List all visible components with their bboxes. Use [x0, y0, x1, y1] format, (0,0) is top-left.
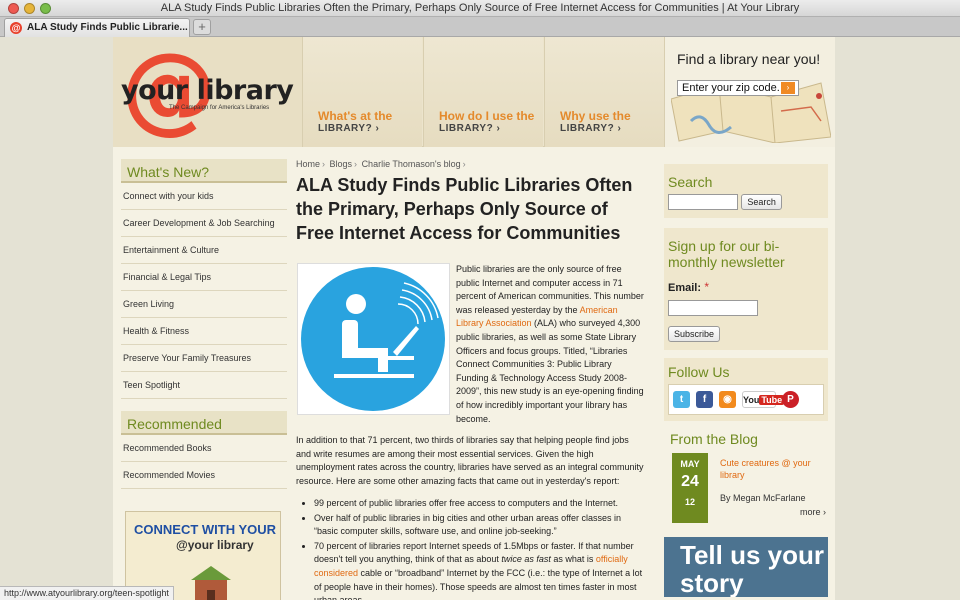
sidebar-item-career[interactable]: Career Development & Job Searching [121, 210, 287, 237]
site-header: @ your library The Campaign for America'… [113, 37, 835, 147]
nav-item-label: How do I use the [439, 109, 535, 123]
twitter-icon[interactable]: t [673, 391, 690, 408]
article-paragraph-2: In addition to that 71 percent, two thir… [296, 435, 644, 486]
pinterest-icon[interactable]: P [782, 391, 799, 408]
required-marker: * [704, 280, 710, 294]
nav-whats-at-library[interactable]: What's at the LIBRARY? › [302, 37, 422, 147]
article-title: ALA Study Finds Public Libraries Often t… [296, 175, 633, 243]
logo-tagline: The Campaign for America's Libraries [169, 105, 270, 111]
search-heading: Search [668, 174, 713, 190]
nav-item-sublabel: LIBRARY? › [439, 123, 501, 134]
breadcrumb-home[interactable]: Home [296, 159, 320, 169]
window-title: ALA Study Finds Public Libraries Often t… [160, 2, 800, 14]
nav-item-sublabel: LIBRARY? › [560, 123, 622, 134]
favicon-icon: @ [10, 22, 22, 34]
subscribe-button[interactable]: Subscribe [668, 326, 721, 342]
blog-day: 24 [681, 473, 699, 490]
list-item: 99 percent of public libraries offer fre… [314, 497, 646, 511]
list-item: 70 percent of libraries report Internet … [314, 540, 646, 600]
new-tab-button[interactable]: + [193, 19, 211, 35]
tab-bar: @ ALA Study Finds Public Librarie... + [0, 17, 960, 37]
blog-post: MAY 24 12 Cute creatures @ your library … [664, 453, 828, 523]
sidebar-item-movies[interactable]: Recommended Movies [121, 462, 287, 489]
article: Home › Blogs › Charlie Thomason's blog › AL… [296, 159, 646, 600]
finder-title: Find a library near you! [677, 51, 821, 67]
emphasis-text: twice as fast [501, 554, 551, 565]
nav-how-use-library[interactable]: How do I use the LIBRARY? › [423, 37, 543, 147]
follow-us-box: Follow Us t f ◉ You Tube P [664, 358, 828, 421]
breadcrumb: Home › Blogs › Charlie Thomason's blog › [296, 159, 466, 169]
newsletter-heading: Sign up for our bi-monthly newsletter [668, 238, 785, 270]
nav-item-label: Why use the [560, 109, 631, 123]
computer-user-icon [301, 267, 445, 411]
site-logo[interactable]: @ your library The Campaign for America'… [113, 37, 302, 147]
sidebar-item-books[interactable]: Recommended Books [121, 435, 287, 462]
library-house-icon [191, 566, 231, 600]
library-finder: Find a library near you! Enter your zip … [664, 37, 835, 147]
article-paragraph-1: Public libraries are the only source of … [456, 263, 644, 426]
whats-new-heading: What's New? [121, 159, 287, 183]
blog-post-link[interactable]: Cute creatures @ your library [720, 457, 824, 481]
youtube-word-tube: Tube [759, 395, 785, 405]
text-run: as what is [550, 554, 596, 565]
blog-heading: From the Blog [670, 431, 758, 447]
search-box: Search Search [664, 164, 828, 218]
zip-go-button[interactable]: › [781, 82, 795, 94]
sidebar-item-teen-spotlight[interactable]: Teen Spotlight [121, 372, 287, 399]
recommended-heading: Recommended [121, 411, 287, 435]
youtube-word-you: You [743, 395, 760, 405]
rss-icon[interactable]: ◉ [719, 391, 736, 408]
list-item: Over half of public libraries in big cit… [314, 512, 646, 539]
banner-subline: @your library [176, 538, 254, 552]
blog-date-badge: MAY 24 12 [672, 453, 708, 523]
blog-box: From the Blog MAY 24 12 Cute creatures @… [664, 431, 828, 523]
nav-item-label: What's at the [318, 109, 393, 123]
blog-more-link[interactable]: more › [800, 507, 826, 517]
sidebar-item-connect-kids[interactable]: Connect with your kids [121, 183, 287, 210]
window-titlebar: ALA Study Finds Public Libraries Often t… [0, 0, 960, 17]
nav-why-use-library[interactable]: Why use the LIBRARY? › [544, 37, 664, 147]
status-bar-url: http://www.atyourlibrary.org/teen-spotli… [0, 586, 174, 600]
article-image [297, 263, 450, 415]
banner-headline: CONNECT WITH YOUR KIDS [134, 522, 280, 537]
tell-your-story-banner[interactable]: Tell us your story [664, 537, 828, 597]
email-label: Email: [668, 282, 702, 294]
blog-month: MAY [680, 459, 700, 469]
social-links: t f ◉ You Tube P [668, 384, 824, 415]
newsletter-box: Sign up for our bi-monthly newsletter Em… [664, 228, 828, 350]
browser-tab[interactable]: @ ALA Study Finds Public Librarie... [4, 18, 190, 37]
nav-item-sublabel: LIBRARY? › [318, 123, 380, 134]
page: @ your library The Campaign for America'… [113, 37, 835, 600]
follow-heading: Follow Us [668, 364, 730, 380]
facebook-icon[interactable]: f [696, 391, 713, 408]
text-run: cable or “broadband” Internet by the FCC… [314, 567, 643, 600]
email-field[interactable] [668, 300, 758, 316]
text-run: (ALA) who surveyed 4,300 public librarie… [456, 318, 644, 424]
youtube-icon[interactable]: You Tube [742, 391, 785, 408]
blog-year: 12 [684, 497, 695, 507]
sidebar-item-green-living[interactable]: Green Living [121, 291, 287, 318]
blog-author: By Megan McFarlane [720, 493, 806, 503]
search-button[interactable]: Search [741, 194, 782, 210]
logo-text: your library [121, 75, 294, 106]
right-sidebar: Search Search Sign up for our bi-monthly… [664, 164, 828, 597]
tab-label: ALA Study Finds Public Librarie... [27, 22, 188, 33]
sidebar-item-health[interactable]: Health & Fitness [121, 318, 287, 345]
search-input[interactable] [668, 194, 738, 210]
sidebar-item-entertainment[interactable]: Entertainment & Culture [121, 237, 287, 264]
sidebar-item-financial[interactable]: Financial & Legal Tips [121, 264, 287, 291]
breadcrumb-author-blog[interactable]: Charlie Thomason's blog [362, 159, 461, 169]
sidebar-item-family-treasures[interactable]: Preserve Your Family Treasures [121, 345, 287, 372]
breadcrumb-blogs[interactable]: Blogs [330, 159, 353, 169]
facts-list: 99 percent of public libraries offer fre… [296, 497, 646, 600]
left-sidebar: What's New? Connect with your kids Caree… [121, 159, 287, 600]
